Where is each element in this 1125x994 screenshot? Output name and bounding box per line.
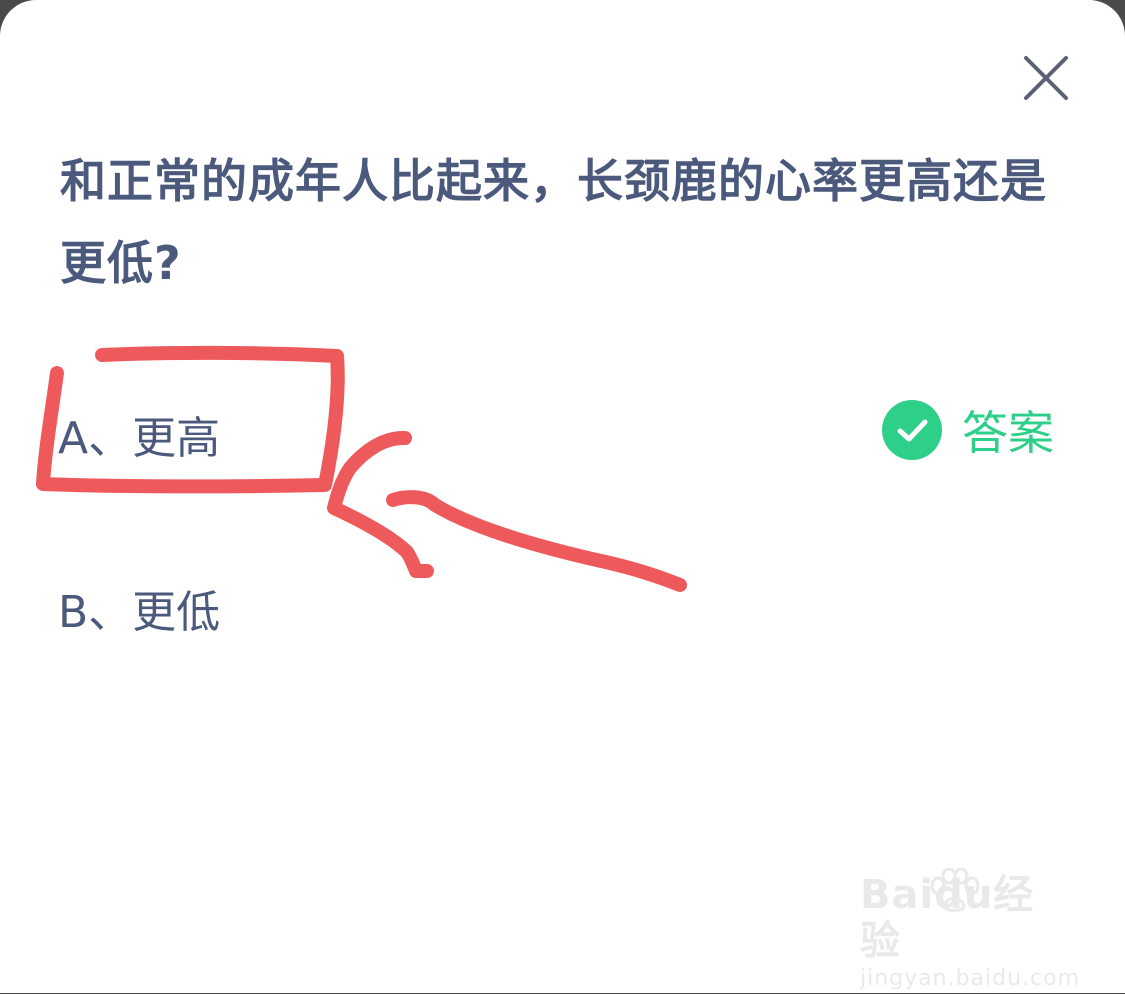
baidu-jingyan-watermark: Baidu经验 jingyan.baidu.com <box>860 868 1081 994</box>
question-text: 和正常的成年人比起来，长颈鹿的心率更高还是更低? <box>60 154 1047 290</box>
paw-icon <box>930 868 980 912</box>
watermark-url: jingyan.baidu.com <box>860 966 1081 991</box>
arrow-head <box>327 430 434 578</box>
option-b[interactable]: B、更低 <box>58 576 220 640</box>
close-button[interactable] <box>1018 50 1074 106</box>
check-circle-icon <box>882 400 942 460</box>
option-a[interactable]: A、更高 <box>58 402 220 466</box>
quiz-card: 和正常的成年人比起来，长颈鹿的心率更高还是更低? A、更高 答案 B、更低 Ba… <box>0 0 1125 993</box>
answer-badge: 答案 <box>882 398 1054 462</box>
close-icon <box>1024 56 1068 100</box>
arrow-shaft <box>386 490 687 592</box>
answer-label: 答案 <box>962 406 1054 460</box>
